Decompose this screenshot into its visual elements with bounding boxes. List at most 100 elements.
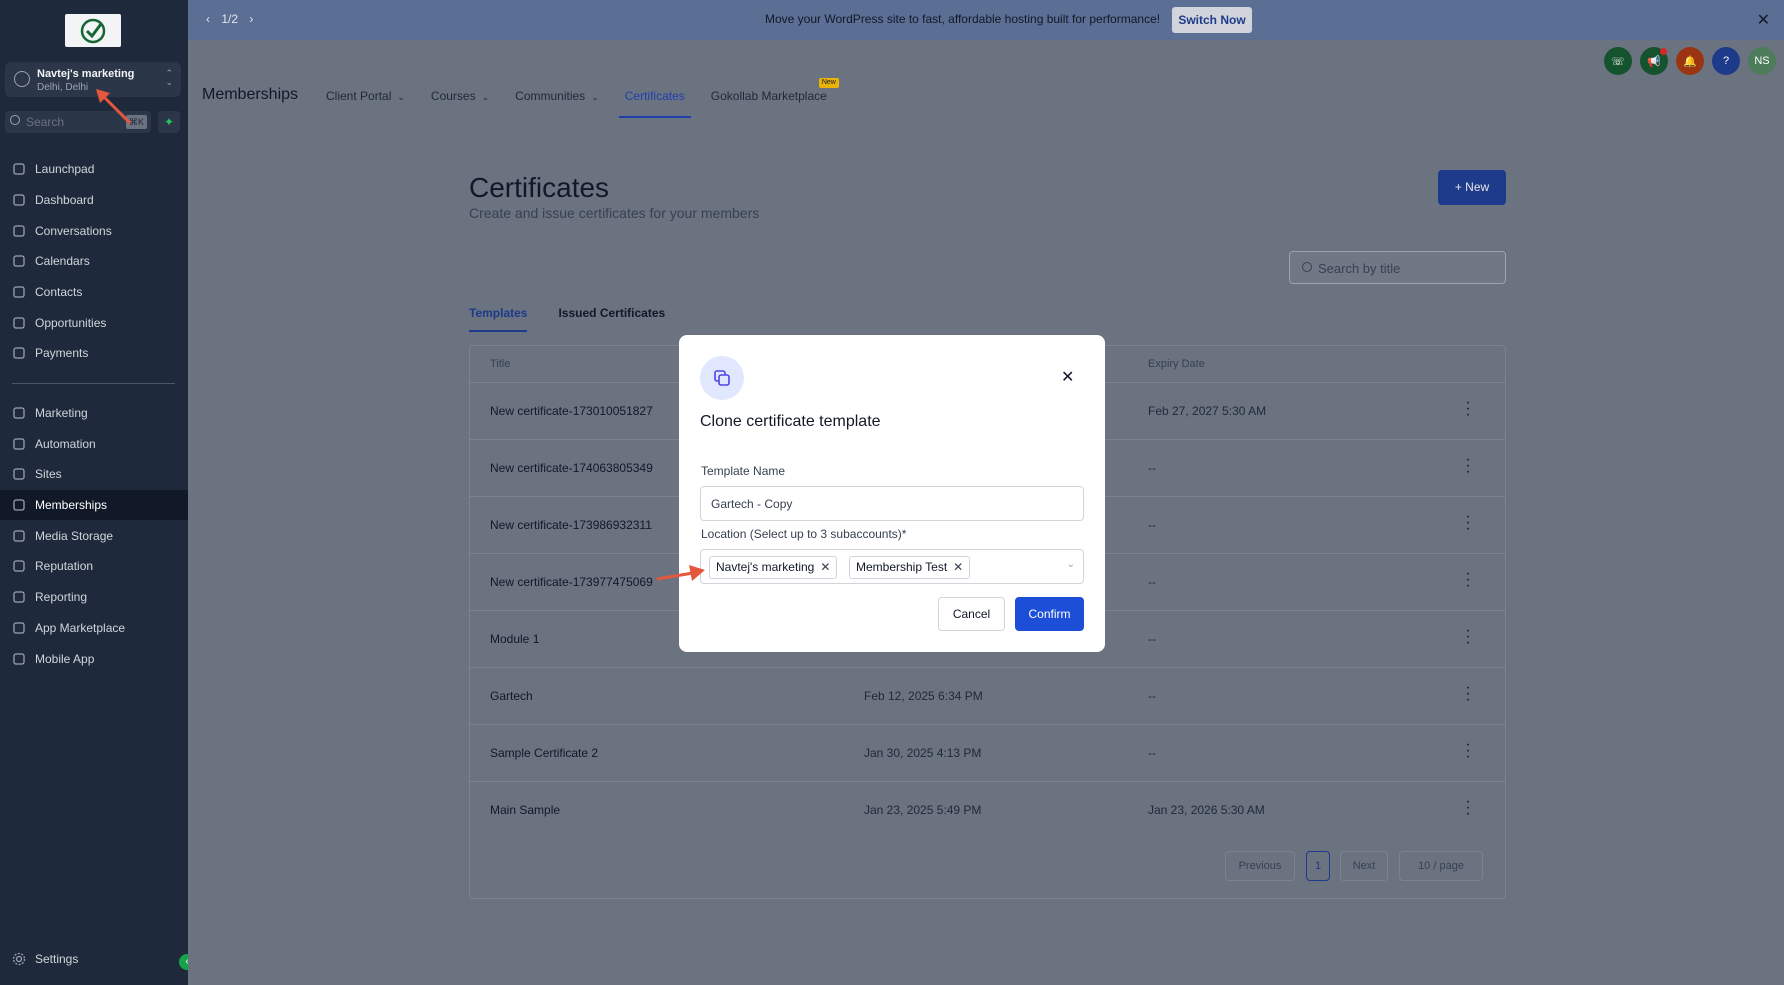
row-expiry: Jan 23, 2026 5:30 AM <box>1148 803 1265 817</box>
table-row[interactable]: Main Sample Jan 23, 2025 5:49 PM Jan 23, 2… <box>470 781 1505 838</box>
tab-label: Communities <box>515 89 586 103</box>
header-actions: ☏ 📢 🔔 ? NS <box>1596 47 1776 75</box>
tab-gokollab-marketplace[interactable]: Gokollab Marketplace New <box>705 78 839 118</box>
sidebar-item-label: Settings <box>35 952 79 966</box>
tab-issued-certificates[interactable]: Issued Certificates <box>558 306 665 332</box>
tab-client-portal[interactable]: Client Portal ⌄ <box>320 88 411 118</box>
sidebar-item-dashboard[interactable]: Dashboard <box>0 185 188 215</box>
sidebar-item-reporting[interactable]: Reporting <box>0 582 188 612</box>
sidebar-item-opportunities[interactable]: Opportunities <box>0 308 188 338</box>
new-certificate-button[interactable]: + New <box>1438 170 1506 205</box>
account-name: Navtej's marketing <box>37 68 135 80</box>
sidebar-item-settings[interactable]: Settings <box>0 944 188 974</box>
annotation-arrow <box>656 565 705 581</box>
column-header-title: Title <box>490 358 511 370</box>
tab-label: Courses <box>430 89 476 103</box>
help-button[interactable]: ? <box>1712 47 1740 75</box>
chevron-left-icon[interactable]: ‹ <box>206 12 210 26</box>
more-options-icon[interactable]: · · · <box>1463 509 1473 537</box>
sidebar-item-mobile-app[interactable]: Mobile App <box>0 644 188 674</box>
sidebar-item-payments[interactable]: Payments <box>0 338 188 368</box>
sidebar-item-label: App Marketplace <box>35 621 126 635</box>
quick-action-button[interactable]: ✦ <box>158 111 180 133</box>
location-multiselect[interactable]: Navtej's marketing ✕ Membership Test ✕ ⌄ <box>700 549 1084 584</box>
sidebar-item-calendars[interactable]: Calendars <box>0 246 188 276</box>
sidebar-item-memberships[interactable]: Memberships <box>0 490 188 520</box>
tab-templates[interactable]: Templates <box>469 306 528 332</box>
cancel-button[interactable]: Cancel <box>938 597 1005 631</box>
sidebar-item-label: Conversations <box>35 224 112 238</box>
tab-label: Gokollab Marketplace <box>710 89 827 103</box>
chevron-down-icon: ⌄ <box>397 92 405 102</box>
row-title: New certificate-174063805349 <box>490 461 653 475</box>
row-title: Module 1 <box>490 632 540 646</box>
notifications-button[interactable]: 🔔 <box>1676 47 1704 75</box>
phone-button[interactable]: ☏ <box>1604 47 1632 75</box>
location-chip: Membership Test ✕ <box>849 556 971 579</box>
more-options-icon[interactable]: · · · <box>1463 566 1473 594</box>
tab-certificates[interactable]: Certificates <box>618 88 691 118</box>
more-options-icon[interactable]: · · · <box>1463 395 1473 423</box>
row-date: Jan 30, 2025 4:13 PM <box>864 746 982 760</box>
sidebar-item-reputation[interactable]: Reputation <box>0 551 188 581</box>
sidebar: Navtej's marketing Delhi, Delhi ⌃ ⌄ Searc… <box>0 0 195 985</box>
next-page-button[interactable]: Next <box>1340 851 1388 881</box>
previous-page-button[interactable]: Previous <box>1225 851 1295 881</box>
sidebar-item-label: Launchpad <box>35 162 95 176</box>
chevron-right-icon[interactable]: › <box>249 12 253 26</box>
sidebar-item-launchpad[interactable]: Launchpad <box>0 154 188 184</box>
sidebar-item-label: Reporting <box>35 590 88 604</box>
template-name-label: Template Name <box>701 464 786 478</box>
sidebar-item-app-marketplace[interactable]: App Marketplace <box>0 613 188 643</box>
row-title: New certificate-173010051827 <box>490 404 653 418</box>
page-1-button[interactable]: 1 <box>1306 851 1330 881</box>
certificates-title: Certificates <box>469 172 610 203</box>
more-options-icon[interactable]: · · · <box>1463 452 1473 480</box>
template-name-field[interactable]: Gartech - Copy <box>700 486 1084 521</box>
megaphone-icon: 📢 <box>1647 55 1661 68</box>
grid-icon <box>12 193 26 207</box>
bell-icon: 🔔 <box>1683 55 1697 68</box>
remove-chip-icon[interactable]: ✕ <box>820 560 830 574</box>
page-size-select[interactable]: 10 / page <box>1399 851 1483 881</box>
sidebar-item-automation[interactable]: Automation <box>0 429 188 459</box>
sidebar-item-sites[interactable]: Sites <box>0 459 188 489</box>
sidebar-item-marketing[interactable]: Marketing <box>0 398 188 428</box>
sidebar-item-conversations[interactable]: Conversations <box>0 216 188 246</box>
announcements-button[interactable]: 📢 <box>1640 47 1668 75</box>
switch-now-button[interactable]: Switch Now <box>1172 7 1252 33</box>
tab-communities[interactable]: Communities ⌄ <box>509 88 605 118</box>
column-header-expiry: Expiry Date <box>1148 358 1205 370</box>
payments-icon <box>12 346 26 360</box>
close-icon[interactable]: ✕ <box>1757 10 1770 30</box>
table-row[interactable]: Sample Certificate 2 Jan 30, 2025 4:13 PM… <box>470 724 1505 781</box>
search-by-title-input[interactable]: Search by title <box>1289 251 1506 284</box>
search-placeholder: Search by title <box>1318 261 1401 276</box>
account-avatar-icon <box>14 71 30 87</box>
location-label: Location (Select up to 3 subaccounts)* <box>701 527 907 541</box>
sidebar-item-label: Calendars <box>35 254 90 268</box>
tab-courses[interactable]: Courses ⌄ <box>425 88 495 118</box>
page-header: Memberships Client Portal ⌄ Courses ⌄ Comm… <box>188 40 1784 118</box>
sidebar-item-media-storage[interactable]: Media Storage <box>0 521 188 551</box>
sidebar-item-contacts[interactable]: Contacts <box>0 277 188 307</box>
table-row[interactable]: Gartech Feb 12, 2025 6:34 PM -- · · · <box>470 667 1505 724</box>
more-options-icon[interactable]: · · · <box>1463 680 1473 708</box>
row-date: Feb 12, 2025 6:34 PM <box>864 689 983 703</box>
more-options-icon[interactable]: · · · <box>1463 737 1473 765</box>
chip-label: Navtej's marketing <box>716 560 815 574</box>
row-expiry: -- <box>1148 689 1156 703</box>
row-title: Sample Certificate 2 <box>490 746 599 760</box>
search-placeholder: Search <box>26 115 65 129</box>
row-title: New certificate-173986932311 <box>490 518 652 532</box>
confirm-button[interactable]: Confirm <box>1015 597 1084 631</box>
contacts-icon <box>12 285 26 299</box>
more-options-icon[interactable]: · · · <box>1463 794 1473 822</box>
remove-chip-icon[interactable]: ✕ <box>953 560 963 574</box>
close-icon[interactable]: ✕ <box>1061 367 1074 387</box>
user-avatar[interactable]: NS <box>1748 47 1776 75</box>
phone-icon: ☏ <box>1611 55 1625 68</box>
copy-icon <box>700 356 744 400</box>
logo[interactable] <box>65 14 121 47</box>
more-options-icon[interactable]: · · · <box>1463 623 1473 651</box>
